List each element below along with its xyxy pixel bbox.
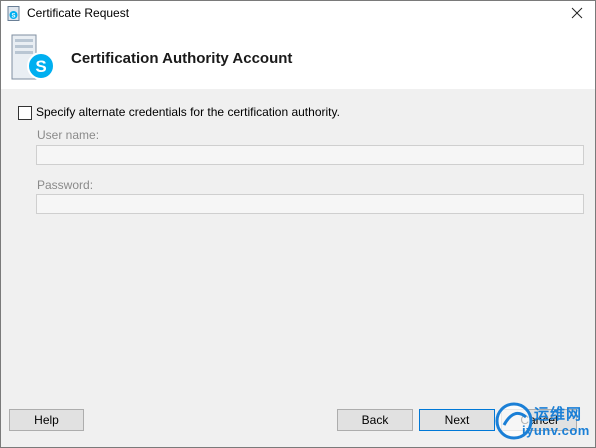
password-label: Password: [37,178,94,192]
title-bar: S Certificate Request [1,1,595,25]
back-button[interactable]: Back [337,409,413,431]
svg-text:S: S [11,14,15,20]
password-field[interactable] [36,194,584,214]
alternate-credentials-checkbox[interactable] [18,106,32,120]
wizard-header: S Certification Authority Account [1,25,595,89]
close-icon [571,7,583,19]
alternate-credentials-label[interactable]: Specify alternate credentials for the ce… [36,105,340,119]
username-field[interactable] [36,145,584,165]
next-button[interactable]: Next [419,409,495,431]
help-button[interactable]: Help [9,409,84,431]
svg-text:S: S [35,57,46,76]
skype-app-icon: S [7,6,20,21]
certificate-request-window: S Certificate Request S Certification Au… [0,0,596,448]
close-button[interactable] [565,4,589,22]
page-title: Certification Authority Account [71,50,293,67]
cancel-button[interactable]: Cancel [501,409,577,431]
username-label: User name: [37,128,100,142]
server-skype-icon: S [11,34,55,80]
window-title: Certificate Request [27,6,130,20]
form-area: Specify alternate credentials for the ce… [1,89,595,401]
